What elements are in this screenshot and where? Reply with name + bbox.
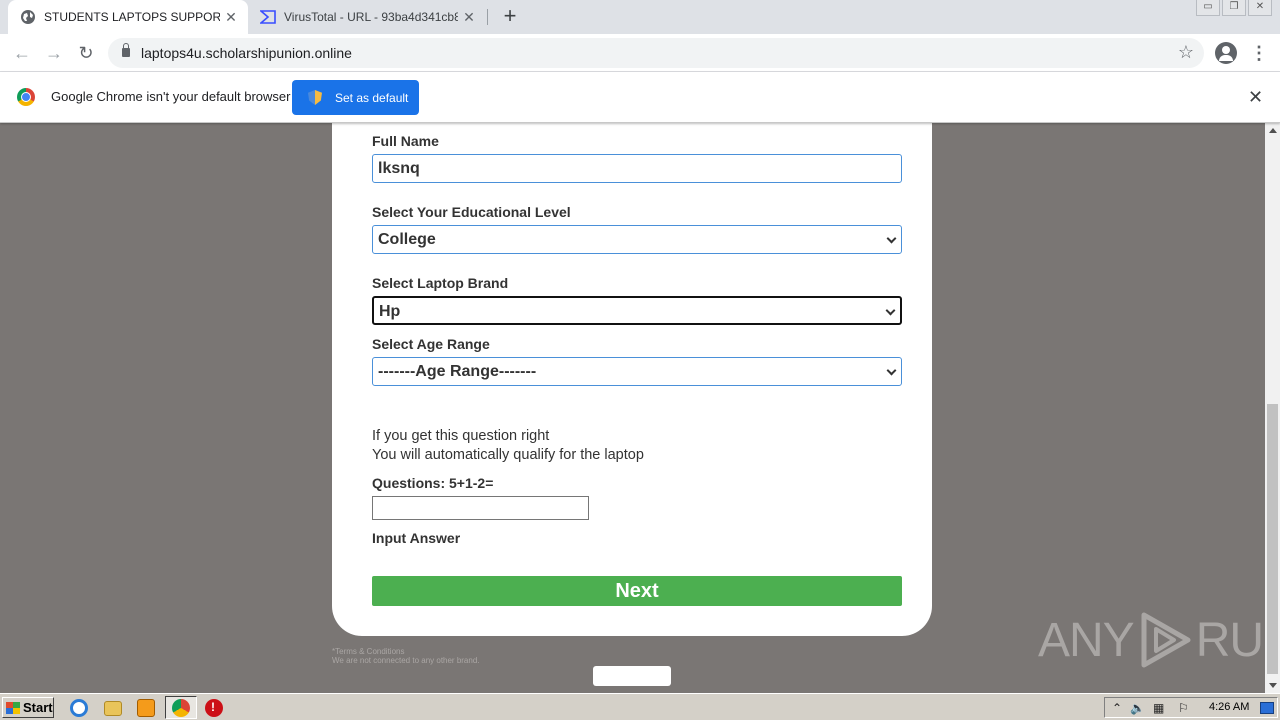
system-tray: ⌃ 🔈 ▦ ⚐ 4:26 AM [1104, 697, 1278, 718]
watermark-right: RUN [1195, 613, 1265, 667]
answer-input[interactable] [372, 496, 589, 520]
tab-virustotal[interactable]: VirusTotal - URL - 93ba4d341cb8c3e ✕ [250, 0, 486, 34]
menu-dots-icon[interactable]: ⋮ [1250, 42, 1268, 64]
chrome-icon[interactable] [172, 699, 190, 717]
internet-explorer-icon[interactable] [70, 699, 88, 717]
infobar-message: Google Chrome isn't your default browser [51, 89, 291, 104]
set-as-default-button[interactable]: Set as default [292, 80, 419, 115]
default-browser-infobar: Google Chrome isn't your default browser… [0, 72, 1280, 123]
next-button[interactable]: Next [372, 576, 902, 606]
back-arrow-icon[interactable]: ← [10, 41, 34, 65]
tab-title: STUDENTS LAPTOPS SUPPORT 2022 [44, 10, 220, 24]
full-name-label: Full Name [372, 133, 439, 149]
age-label: Select Age Range [372, 336, 490, 352]
folder-icon[interactable] [104, 701, 122, 716]
show-desktop-icon[interactable] [1260, 702, 1274, 714]
network-icon[interactable]: ▦ [1153, 701, 1164, 715]
close-tab-icon[interactable]: ✕ [458, 9, 480, 26]
brand-select[interactable]: Hp [372, 296, 902, 325]
education-select[interactable]: College [372, 225, 902, 254]
qualify-line-1: If you get this question right [372, 428, 550, 444]
taskbar-clock[interactable]: 4:26 AM [1209, 701, 1249, 713]
form-card: Full Name lksnq Select Your Educational … [332, 123, 932, 636]
minimize-button[interactable]: ▭ [1196, 0, 1220, 16]
tab-students-laptops[interactable]: STUDENTS LAPTOPS SUPPORT 2022 ✕ [8, 0, 248, 34]
play-icon [1141, 612, 1191, 668]
shield-icon [308, 90, 322, 105]
volume-icon[interactable]: 🔈 [1130, 701, 1145, 715]
chevron-down-icon [885, 305, 896, 316]
tab-divider [487, 9, 488, 25]
bookmark-star-icon[interactable]: ☆ [1178, 42, 1194, 63]
close-tab-icon[interactable]: ✕ [220, 9, 242, 26]
terms-link[interactable]: *Terms & Conditions [332, 647, 404, 656]
virustotal-icon [260, 10, 276, 24]
reload-icon[interactable]: ↻ [74, 41, 98, 65]
window-controls: ▭ ❐ ✕ [1196, 0, 1272, 16]
action-center-flag-icon[interactable]: ⚐ [1178, 701, 1189, 715]
set-as-default-label: Set as default [335, 90, 409, 105]
full-name-value: lksnq [378, 160, 420, 177]
age-select[interactable]: -------Age Range------- [372, 357, 902, 386]
vertical-scrollbar[interactable] [1265, 123, 1280, 693]
education-label: Select Your Educational Level [372, 204, 571, 220]
tab-strip: STUDENTS LAPTOPS SUPPORT 2022 ✕ VirusTot… [0, 0, 1280, 34]
profile-avatar-icon[interactable] [1215, 42, 1237, 64]
infobar-close-icon[interactable]: ✕ [1248, 87, 1263, 108]
globe-icon [21, 10, 35, 24]
input-answer-label: Input Answer [372, 530, 461, 546]
lock-icon [122, 43, 130, 57]
scroll-down-arrow-icon[interactable] [1269, 683, 1277, 688]
start-button[interactable]: Start [2, 697, 54, 718]
chevron-down-icon [886, 233, 897, 244]
scrollbar-thumb[interactable] [1267, 404, 1278, 674]
new-tab-button[interactable]: + [498, 5, 522, 29]
restore-button[interactable]: ❐ [1222, 0, 1246, 16]
browser-toolbar: ← → ↻ laptops4u.scholarshipunion.online … [0, 34, 1280, 72]
windows-taskbar: Start ⌃ 🔈 ▦ ⚐ 4:26 AM [0, 693, 1280, 720]
chrome-logo-icon [17, 88, 35, 106]
brand-value: Hp [379, 303, 401, 320]
scroll-up-arrow-icon[interactable] [1269, 128, 1277, 133]
forward-arrow-icon[interactable]: → [42, 41, 66, 65]
address-bar[interactable]: laptops4u.scholarshipunion.online ☆ [108, 38, 1204, 68]
anyrun-watermark: ANY RUN [1038, 611, 1265, 669]
qualify-line-2: You will automatically qualify for the l… [372, 447, 644, 463]
url-text[interactable]: laptops4u.scholarshipunion.online [141, 45, 352, 61]
tab-title: VirusTotal - URL - 93ba4d341cb8c3e [284, 10, 458, 24]
floating-pill[interactable] [593, 666, 671, 686]
chevron-down-icon [886, 365, 897, 376]
start-label: Start [23, 700, 53, 715]
education-value: College [378, 231, 436, 248]
question-label: Questions: 5+1-2= [372, 475, 494, 491]
media-player-icon[interactable] [137, 699, 155, 717]
disclaimer-text: We are not connected to any other brand. [332, 656, 480, 665]
brand-label: Select Laptop Brand [372, 275, 509, 291]
opera-icon[interactable] [205, 699, 223, 717]
close-window-button[interactable]: ✕ [1248, 0, 1272, 16]
tray-expand-icon[interactable]: ⌃ [1112, 701, 1122, 715]
watermark-left: ANY [1038, 613, 1135, 667]
page-viewport: Full Name lksnq Select Your Educational … [0, 123, 1265, 693]
full-name-input[interactable]: lksnq [372, 154, 902, 183]
windows-flag-icon [6, 701, 20, 714]
age-value: -------Age Range------- [378, 363, 537, 380]
